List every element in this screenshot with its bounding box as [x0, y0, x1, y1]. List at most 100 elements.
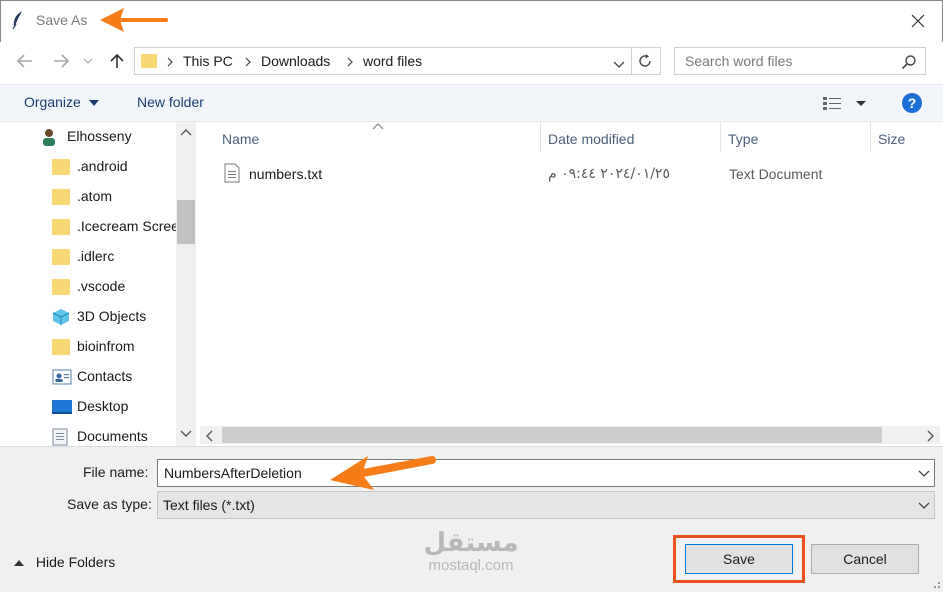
user-icon: [43, 129, 55, 146]
file-name-input[interactable]: NumbersAfterDeletion: [157, 459, 935, 487]
column-header-date[interactable]: Date modified: [548, 131, 634, 147]
recent-locations-button[interactable]: [80, 48, 96, 74]
chevron-down-icon: [613, 61, 625, 68]
horizontal-scrollbar-thumb[interactable]: [222, 427, 882, 443]
feather-icon: [10, 10, 26, 30]
up-button[interactable]: [104, 48, 130, 74]
folder-icon: [141, 54, 157, 68]
save-button[interactable]: Save: [685, 544, 793, 574]
chevron-down-icon: [83, 58, 93, 64]
scroll-left-icon[interactable]: [205, 430, 213, 442]
folder-icon: [52, 219, 70, 235]
breadcrumb-word-files[interactable]: word files: [363, 53, 422, 69]
nav-item-label: Documents: [77, 428, 148, 444]
nav-item-desktop[interactable]: Desktop: [0, 392, 176, 422]
folder-icon: [52, 189, 70, 205]
nav-item-label: bioinfrom: [77, 338, 135, 354]
forward-arrow-icon: [54, 54, 69, 68]
column-header-size[interactable]: Size: [878, 131, 905, 147]
file-date: ٢٠٢٤/٠١/٢٥ ٠٩:٤٤ م: [548, 166, 670, 182]
nav-scrollbar[interactable]: [176, 122, 196, 446]
window-title: Save As: [36, 12, 88, 28]
column-divider[interactable]: [870, 122, 871, 152]
column-divider[interactable]: [540, 122, 541, 152]
breadcrumb-chevron-icon: [245, 57, 251, 67]
save-type-select[interactable]: Text files (*.txt): [157, 491, 935, 519]
forward-button[interactable]: [48, 48, 74, 74]
nav-item-user[interactable]: Elhosseny: [0, 122, 176, 152]
folder-icon: [52, 159, 70, 175]
nav-item-label: .idlerc: [77, 248, 115, 264]
nav-item-label: .android: [77, 158, 128, 174]
folder-icon: [52, 339, 70, 355]
nav-item-atom[interactable]: .atom: [0, 182, 176, 212]
refresh-icon: [639, 54, 651, 67]
search-input[interactable]: Search word files: [674, 47, 926, 75]
save-type-label: Save as type:: [67, 496, 152, 512]
up-arrow-icon: [110, 53, 124, 68]
organize-button[interactable]: Organize: [24, 94, 99, 110]
sort-ascending-icon: [372, 123, 384, 130]
contacts-icon: [52, 369, 72, 385]
breadcrumb-chevron-icon: [167, 57, 173, 67]
new-folder-button[interactable]: New folder: [137, 94, 204, 110]
hide-folders-button[interactable]: Hide Folders: [14, 554, 115, 570]
navigation-pane: Elhosseny .android .atom .Icecream Scree…: [0, 122, 196, 446]
nav-item-android[interactable]: .android: [0, 152, 176, 182]
nav-item-label: .vscode: [77, 278, 126, 294]
chevron-down-icon: [918, 502, 930, 509]
nav-item-label: 3D Objects: [77, 308, 147, 324]
file-name-value: NumbersAfterDeletion: [164, 465, 302, 481]
desktop-icon: [52, 400, 72, 414]
nav-scrollbar-thumb[interactable]: [177, 200, 195, 244]
scroll-up-icon[interactable]: [180, 128, 192, 136]
column-header-type[interactable]: Type: [728, 131, 758, 147]
save-type-value: Text files (*.txt): [163, 497, 255, 513]
nav-item-idlerc[interactable]: .idlerc: [0, 242, 176, 272]
breadcrumb-chevron-icon: [347, 57, 353, 67]
nav-item-label: .atom: [77, 188, 113, 204]
nav-item-documents[interactable]: Documents: [0, 422, 176, 446]
close-icon: [911, 14, 925, 28]
folder-icon: [52, 249, 70, 265]
caret-up-icon: [14, 560, 24, 567]
file-name-label: File name:: [83, 464, 149, 480]
cancel-button[interactable]: Cancel: [811, 544, 919, 574]
search-placeholder: Search word files: [685, 53, 793, 69]
nav-item-vscode[interactable]: .vscode: [0, 272, 176, 302]
watermark-logo: مستقل mostaql.com: [412, 528, 530, 574]
annotation-arrow-filename: [330, 456, 436, 490]
documents-icon: [52, 428, 68, 446]
folder-icon: [52, 279, 70, 295]
back-button[interactable]: [12, 48, 38, 74]
refresh-button[interactable]: [637, 53, 653, 72]
address-dropdown-button[interactable]: [613, 56, 625, 72]
organize-label: Organize: [24, 94, 81, 110]
scroll-down-icon[interactable]: [180, 430, 192, 438]
nav-item-contacts[interactable]: Contacts: [0, 362, 176, 392]
nav-item-bioinfrom[interactable]: bioinfrom: [0, 332, 176, 362]
column-divider[interactable]: [720, 122, 721, 152]
search-icon: [901, 55, 916, 70]
address-bar[interactable]: This PC Downloads word files: [134, 47, 661, 75]
help-icon[interactable]: ?: [902, 93, 922, 113]
resize-grip[interactable]: [928, 574, 942, 590]
view-list-icon: [823, 97, 866, 110]
caret-down-icon: [88, 100, 99, 107]
nav-item-label: Desktop: [77, 398, 129, 414]
file-row[interactable]: numbers.txt ٢٠٢٤/٠١/٢٥ ٠٩:٤٤ م Text Docu…: [200, 160, 940, 188]
watermark-latin: mostaql.com: [428, 557, 514, 574]
nav-item-icecream[interactable]: .Icecream Scree: [0, 212, 179, 242]
column-header-name[interactable]: Name: [222, 131, 259, 147]
breadcrumb-this-pc[interactable]: This PC: [183, 53, 233, 69]
chevron-down-icon[interactable]: [918, 470, 930, 478]
close-button[interactable]: [900, 6, 936, 36]
divider: [631, 48, 632, 74]
scroll-right-icon[interactable]: [927, 430, 935, 442]
cube-icon: [52, 309, 70, 325]
breadcrumb-downloads[interactable]: Downloads: [261, 53, 330, 69]
watermark-arabic: مستقل: [423, 528, 519, 558]
view-options-button[interactable]: [822, 95, 868, 114]
nav-item-3d-objects[interactable]: 3D Objects: [0, 302, 176, 332]
nav-item-label: .Icecream Scree: [77, 218, 179, 234]
